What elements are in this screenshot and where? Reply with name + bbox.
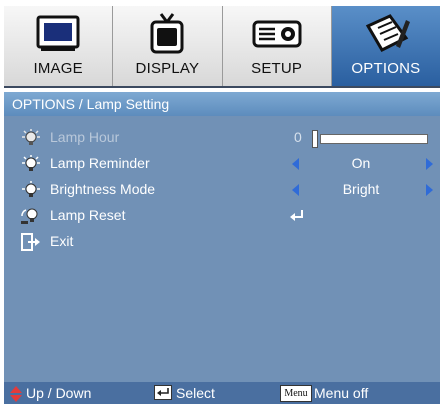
- lamp-reset-icon: [21, 208, 38, 224]
- footer-select: Select: [176, 385, 215, 401]
- enter-icon[interactable]: [289, 209, 305, 223]
- brightness-mode-label: Brightness Mode: [50, 181, 156, 197]
- lamp-hour-value: 0: [294, 129, 302, 145]
- osd-menu: IMAGE DISPLAY SETUP OPTIONS OPTIONS / La…: [4, 6, 440, 404]
- left-arrow-icon[interactable]: [292, 158, 299, 170]
- lamp-reminder-value: On: [351, 155, 371, 171]
- tab-bar: IMAGE DISPLAY SETUP OPTIONS: [4, 6, 440, 88]
- footer-menuoff: Menu off: [314, 385, 369, 401]
- tab-options[interactable]: OPTIONS: [331, 6, 440, 86]
- tab-label: OPTIONS: [351, 60, 421, 77]
- lamp-icon: [22, 155, 40, 171]
- menu-item-brightness-mode[interactable]: Brightness Mode Bright: [4, 178, 440, 202]
- lamp-hour-label: Lamp Hour: [50, 129, 120, 145]
- tab-label: DISPLAY: [135, 60, 200, 77]
- menu-item-exit[interactable]: Exit: [4, 230, 440, 254]
- tab-display[interactable]: DISPLAY: [113, 6, 223, 86]
- lamp-icon: [22, 129, 40, 145]
- menu-item-lamp-reset[interactable]: Lamp Reset: [4, 204, 440, 228]
- page-title: OPTIONS / Lamp Setting: [4, 92, 440, 116]
- tab-label: SETUP: [251, 60, 303, 77]
- monitor-icon: [4, 12, 112, 56]
- lamp-reminder-label: Lamp Reminder: [50, 155, 150, 171]
- footer-help-bar: Up / Down Select Menu Menu off: [4, 382, 440, 404]
- menu-panel: Lamp Hour 0 Lamp Reminder On Brightness …: [4, 116, 440, 382]
- exit-label: Exit: [50, 233, 74, 249]
- tab-label: IMAGE: [33, 60, 83, 77]
- projector-icon: [223, 12, 331, 56]
- tv-icon: [113, 12, 221, 56]
- menu-item-lamp-hour: Lamp Hour 0: [4, 126, 440, 150]
- tab-image[interactable]: IMAGE: [4, 6, 114, 86]
- footer-updown: Up / Down: [26, 385, 92, 401]
- lamp-hour-slider-thumb: [312, 130, 318, 148]
- bulb-icon: [22, 181, 40, 197]
- right-arrow-icon[interactable]: [426, 184, 433, 196]
- left-arrow-icon[interactable]: [292, 184, 299, 196]
- pencil-note-icon: [332, 12, 440, 56]
- brightness-mode-value: Bright: [342, 181, 380, 197]
- exit-icon: [21, 233, 40, 251]
- right-arrow-icon[interactable]: [426, 158, 433, 170]
- up-down-icon: [10, 386, 22, 402]
- menu-item-lamp-reminder[interactable]: Lamp Reminder On: [4, 152, 440, 176]
- menu-key-icon: Menu: [280, 385, 312, 402]
- lamp-hour-slider-track: [320, 134, 428, 144]
- enter-key-icon: [154, 385, 172, 400]
- lamp-reset-label: Lamp Reset: [50, 207, 126, 223]
- tab-setup[interactable]: SETUP: [222, 6, 332, 86]
